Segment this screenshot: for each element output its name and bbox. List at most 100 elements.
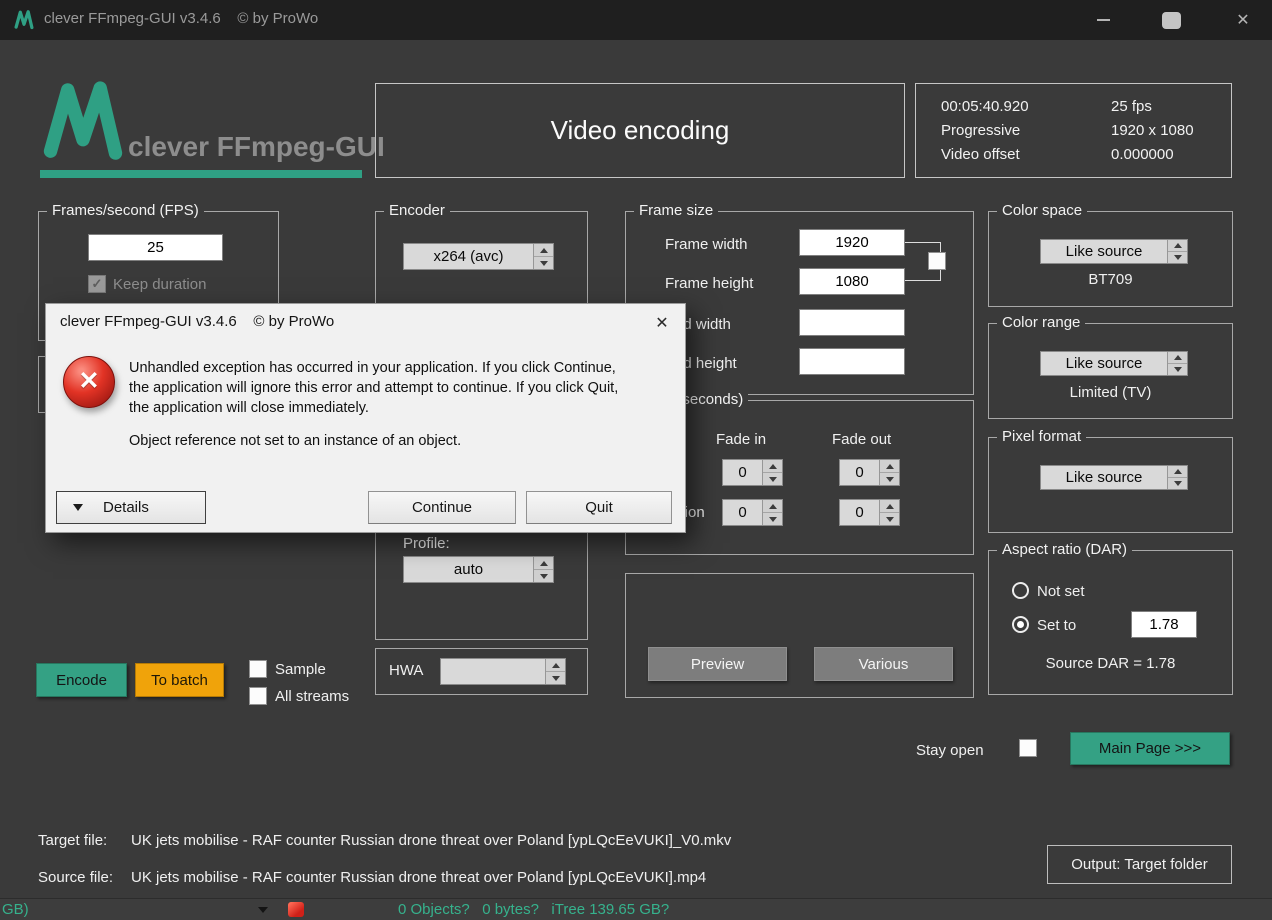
output-target-folder-button[interactable]: Output: Target folder bbox=[1047, 845, 1232, 884]
app-window: clever FFmpeg-GUI v3.4.6 © by ProWo ✕ cl… bbox=[0, 0, 1272, 920]
error-x-icon: ✕ bbox=[78, 367, 100, 395]
spinner-down-icon[interactable] bbox=[880, 513, 899, 525]
color-space-select[interactable]: Like source bbox=[1040, 239, 1188, 264]
window-title: clever FFmpeg-GUI v3.4.6 © by ProWo bbox=[44, 10, 319, 27]
fade-in-value: 0 bbox=[738, 464, 747, 481]
fade-in-spin-buttons[interactable] bbox=[762, 460, 782, 485]
frame-height-label: Frame height bbox=[665, 275, 754, 292]
spinner-up-icon[interactable] bbox=[1168, 240, 1187, 252]
frame-width-label: Frame width bbox=[665, 236, 748, 253]
source-file-value: UK jets mobilise - RAF counter Russian d… bbox=[131, 869, 707, 886]
close-button[interactable]: ✕ bbox=[1220, 0, 1266, 40]
spinner-up-icon[interactable] bbox=[546, 659, 565, 672]
fade-duration-in-spin-buttons[interactable] bbox=[762, 500, 782, 525]
maximize-button[interactable] bbox=[1148, 0, 1194, 40]
media-offset-label: Video offset bbox=[941, 146, 1020, 163]
dar-set-to-radio[interactable] bbox=[1012, 616, 1029, 633]
spinner-down-icon[interactable] bbox=[1168, 364, 1187, 375]
hwa-select[interactable] bbox=[440, 658, 566, 685]
spinner-down-icon[interactable] bbox=[880, 473, 899, 485]
to-batch-button[interactable]: To batch bbox=[135, 663, 224, 697]
spinner-up-icon[interactable] bbox=[763, 460, 782, 473]
source-dar-label: Source DAR = 1.78 bbox=[1045, 655, 1176, 672]
minimize-button[interactable] bbox=[1080, 0, 1126, 40]
color-range-value: Like source bbox=[1065, 355, 1143, 372]
fade-out-spin-buttons[interactable] bbox=[879, 460, 899, 485]
encoder-select[interactable]: x264 (avc) bbox=[403, 243, 554, 270]
error-icon: ✕ bbox=[63, 356, 115, 408]
pixel-format-spin-buttons[interactable] bbox=[1167, 466, 1187, 489]
app-logo-icon bbox=[43, 81, 123, 160]
encoder-group-title: Encoder bbox=[384, 202, 450, 219]
color-range-spin-buttons[interactable] bbox=[1167, 352, 1187, 375]
spinner-down-icon[interactable] bbox=[763, 473, 782, 485]
hwa-spin-buttons[interactable] bbox=[545, 659, 565, 684]
stay-open-checkbox[interactable] bbox=[1019, 739, 1037, 757]
spinner-up-icon[interactable] bbox=[1168, 352, 1187, 364]
profile-select[interactable]: auto bbox=[403, 556, 554, 583]
main-page-button[interactable]: Main Page >>> bbox=[1070, 732, 1230, 765]
fade-duration-out-spinner[interactable]: 0 bbox=[839, 499, 900, 526]
spinner-up-icon[interactable] bbox=[880, 460, 899, 473]
fade-out-spinner[interactable]: 0 bbox=[839, 459, 900, 486]
dialog-close-button[interactable]: ✕ bbox=[647, 309, 677, 337]
error-message: Unhandled exception has occurred in your… bbox=[129, 360, 619, 416]
fade-duration-in-value: 0 bbox=[738, 504, 747, 521]
background-window-strip: GB) 0 Objects? 0 bytes? iTree 139.65 GB? bbox=[0, 898, 1272, 920]
color-space-value: Like source bbox=[1065, 243, 1143, 260]
background-status-fragment: 0 Objects? 0 bytes? iTree 139.65 GB? bbox=[398, 901, 670, 918]
details-button-label: Details bbox=[103, 499, 149, 516]
fade-duration-out-spin-buttons[interactable] bbox=[879, 500, 899, 525]
color-space-group-title: Color space bbox=[997, 202, 1088, 219]
pixel-format-value: Like source bbox=[1065, 469, 1143, 486]
dar-not-set-radio[interactable] bbox=[1012, 582, 1029, 599]
spinner-up-icon[interactable] bbox=[880, 500, 899, 513]
media-time: 00:05:40.920 bbox=[941, 98, 1029, 115]
details-button[interactable]: Details bbox=[56, 491, 206, 524]
spinner-up-icon[interactable] bbox=[1168, 466, 1187, 478]
frame-width-input[interactable] bbox=[799, 229, 905, 256]
error-dialog-title: clever FFmpeg-GUI v3.4.6 © by ProWo bbox=[60, 313, 335, 330]
media-resolution: 1920 x 1080 bbox=[1111, 122, 1194, 139]
spinner-down-icon[interactable] bbox=[546, 672, 565, 684]
spinner-up-icon[interactable] bbox=[763, 500, 782, 513]
pad-height-input[interactable] bbox=[799, 348, 905, 375]
spinner-down-icon[interactable] bbox=[534, 257, 553, 269]
logo-text: clever FFmpeg-GUI bbox=[128, 131, 385, 162]
media-scan: Progressive bbox=[941, 122, 1021, 139]
error-detail-message: Object reference not set to an instance … bbox=[129, 433, 462, 449]
color-range-detail: Limited (TV) bbox=[1069, 384, 1152, 401]
spinner-up-icon[interactable] bbox=[534, 244, 553, 257]
hwa-label: HWA bbox=[389, 662, 424, 679]
spinner-down-icon[interactable] bbox=[763, 513, 782, 525]
app-icon bbox=[14, 10, 34, 30]
color-space-spin-buttons[interactable] bbox=[1167, 240, 1187, 263]
spinner-down-icon[interactable] bbox=[534, 570, 553, 582]
background-left-fragment: GB) bbox=[2, 901, 29, 918]
spinner-down-icon[interactable] bbox=[1168, 478, 1187, 489]
keep-duration-label: Keep duration bbox=[113, 276, 207, 293]
fade-in-spinner[interactable]: 0 bbox=[722, 459, 783, 486]
target-file-value: UK jets mobilise - RAF counter Russian d… bbox=[131, 832, 732, 849]
color-range-select[interactable]: Like source bbox=[1040, 351, 1188, 376]
encoder-spin-buttons[interactable] bbox=[533, 244, 553, 269]
dar-set-to-label: Set to bbox=[1037, 617, 1077, 634]
frame-height-input[interactable] bbox=[799, 268, 905, 295]
spinner-up-icon[interactable] bbox=[534, 557, 553, 570]
fps-input[interactable] bbox=[88, 234, 223, 261]
continue-button[interactable]: Continue bbox=[368, 491, 516, 524]
error-dialog: clever FFmpeg-GUI v3.4.6 © by ProWo ✕ ✕ … bbox=[45, 303, 686, 533]
fade-duration-in-spinner[interactable]: 0 bbox=[722, 499, 783, 526]
quit-button[interactable]: Quit bbox=[526, 491, 672, 524]
encode-button[interactable]: Encode bbox=[36, 663, 127, 697]
preview-button[interactable]: Preview bbox=[648, 647, 787, 681]
various-button[interactable]: Various bbox=[814, 647, 953, 681]
pad-width-input[interactable] bbox=[799, 309, 905, 336]
pixel-format-select[interactable]: Like source bbox=[1040, 465, 1188, 490]
profile-spin-buttons[interactable] bbox=[533, 557, 553, 582]
size-link-checkbox[interactable] bbox=[928, 252, 946, 270]
dar-value-input[interactable] bbox=[1131, 611, 1197, 638]
spinner-down-icon[interactable] bbox=[1168, 252, 1187, 263]
sample-checkbox[interactable] bbox=[249, 660, 267, 678]
all-streams-checkbox[interactable] bbox=[249, 687, 267, 705]
